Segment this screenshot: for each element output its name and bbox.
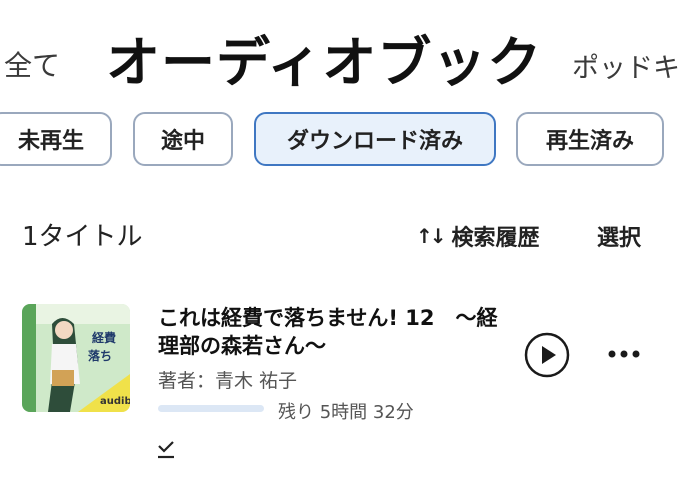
list-item[interactable]: 経費 落ち audible これは経費で落ちません! 12 ～経理部の森若さん～… [22, 300, 686, 470]
time-remaining: 残り 5時間 32分 [278, 402, 414, 423]
sort-arrows-icon: ↑↓ [416, 224, 446, 248]
filter-finished[interactable]: 再生済み [516, 112, 664, 166]
filter-downloaded[interactable]: ダウンロード済み [254, 112, 496, 166]
book-author: 著者：青木 祐子 [158, 370, 298, 392]
sort-label: 検索履歴 [451, 226, 540, 251]
filter-chips: 未再生 途中 ダウンロード済み 再生済み [0, 112, 686, 168]
tab-audiobook[interactable]: オーディオブック [106, 18, 542, 97]
cover-brand: audible [100, 396, 130, 407]
svg-text:経費: 経費 [92, 330, 116, 345]
sort-button[interactable]: ↑↓ 検索履歴 [416, 220, 540, 252]
filter-in-progress[interactable]: 途中 [133, 112, 233, 166]
select-button[interactable]: 選択 [597, 220, 641, 252]
book-cover[interactable]: 経費 落ち audible [22, 304, 130, 412]
play-icon [524, 332, 570, 378]
title-count: 1タイトル [22, 222, 143, 252]
downloaded-indicator [156, 438, 176, 460]
play-button[interactable] [524, 332, 570, 378]
filter-unplayed[interactable]: 未再生 [0, 112, 112, 166]
tab-all[interactable]: 全て [4, 44, 60, 84]
book-title[interactable]: これは経費で落ちません! 12 ～経理部の森若さん～ [158, 304, 508, 360]
top-tab-bar: 全て オーディオブック ポッドキ [0, 0, 686, 100]
download-check-icon [158, 441, 174, 459]
more-options-button[interactable] [606, 342, 642, 366]
more-dots-icon [608, 350, 640, 358]
progress-bar [158, 405, 264, 412]
tab-podcast[interactable]: ポッドキ [572, 46, 680, 85]
svg-text:落ち: 落ち [88, 348, 112, 363]
